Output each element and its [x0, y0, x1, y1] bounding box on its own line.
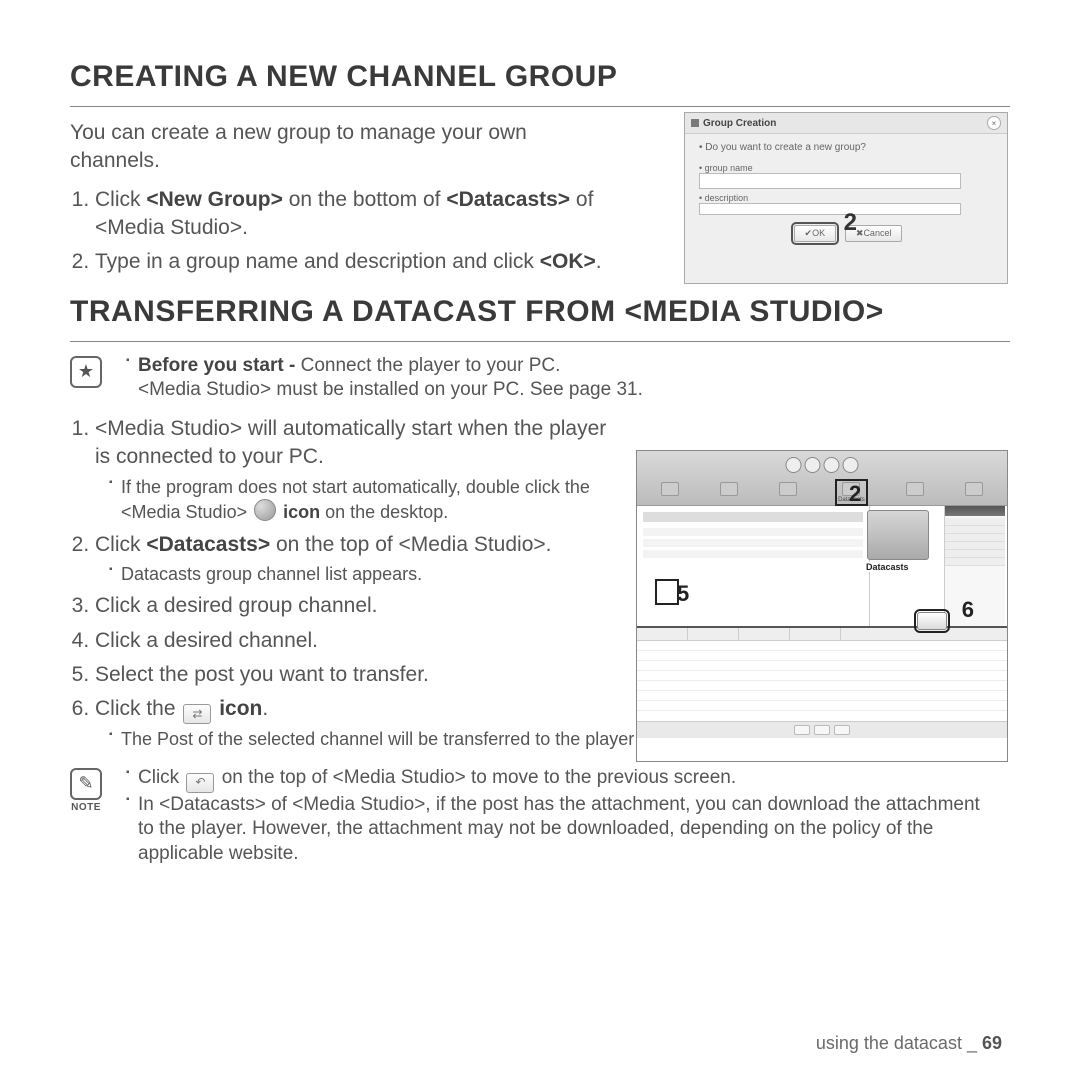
app-toolbar: Datacasts — [637, 451, 1007, 506]
dialog-question: • Do you want to create a new group? — [699, 142, 997, 153]
description-label: • description — [699, 193, 997, 203]
tab[interactable] — [661, 482, 679, 503]
transfer-button[interactable] — [917, 612, 947, 630]
note-label: NOTE — [71, 802, 101, 813]
callout-6: 6 — [962, 597, 974, 623]
t: Click — [95, 533, 146, 556]
ok-button[interactable]: ✔OK — [794, 225, 837, 242]
t: <Datacasts> — [446, 188, 570, 211]
device-panel — [944, 506, 1005, 626]
tstep-5: Select the post you want to transfer. — [95, 661, 625, 689]
step-1: Click <New Group> on the bottom of <Data… — [95, 186, 650, 243]
heading-transfer: TRANSFERRING A DATACAST FROM <MEDIA STUD… — [70, 295, 1010, 329]
t: on the bottom of — [283, 188, 446, 211]
tab[interactable] — [965, 482, 983, 503]
datacasts-thumb — [867, 510, 929, 560]
back-icon: ↶ — [186, 773, 214, 793]
tstep-6: Click the ⇄ icon. The Post of the select… — [95, 695, 625, 751]
group-creation-dialog: Group Creation × • Do you want to create… — [684, 112, 1008, 284]
groupname-input[interactable] — [699, 173, 961, 189]
t: Type in a group name and description and… — [95, 250, 540, 273]
t: icon — [213, 697, 262, 720]
t: icon — [278, 502, 320, 522]
note-1: Click ↶ on the top of <Media Studio> to … — [126, 766, 998, 793]
divider — [70, 341, 1010, 342]
close-icon[interactable]: × — [987, 116, 1001, 130]
post-list[interactable] — [637, 628, 1007, 738]
tstep-4: Click a desired channel. — [95, 627, 625, 655]
tstep-2-sub: Datacasts group channel list appears. — [109, 563, 625, 586]
t: <Media Studio> will automatically start … — [95, 417, 606, 468]
dialog-titlebar: Group Creation × — [685, 113, 1007, 134]
transfer-icon: ⇄ — [183, 704, 211, 724]
divider — [70, 106, 1010, 107]
t: <OK> — [540, 250, 596, 273]
tab[interactable] — [906, 482, 924, 503]
transfer-steps: <Media Studio> will automatically start … — [70, 415, 625, 752]
media-studio-icon — [254, 499, 276, 521]
t: on the top of <Media Studio>. — [270, 533, 551, 556]
tstep-2: Click <Datacasts> on the top of <Media S… — [95, 531, 625, 587]
dialog-title: Group Creation — [703, 118, 776, 129]
t: Connect the player to your PC. — [301, 355, 561, 376]
callout-5: 5 — [677, 581, 689, 607]
intro-text: You can create a new group to manage you… — [70, 119, 615, 176]
tab[interactable] — [720, 482, 738, 503]
note-block: ✎ NOTE Click ↶ on the top of <Media Stud… — [70, 766, 1010, 867]
before-line: Before you start - Connect the player to… — [126, 354, 998, 403]
t: <New Group> — [146, 188, 283, 211]
t: <Media Studio> must be installed on your… — [138, 379, 643, 400]
tstep-3: Click a desired group channel. — [95, 592, 625, 620]
t: Click the — [95, 697, 181, 720]
step-2: Type in a group name and description and… — [95, 248, 650, 276]
callout-2: 2 — [849, 481, 861, 507]
before-you-start: ★ Before you start - Connect the player … — [70, 354, 1010, 403]
groupname-label: • group name — [699, 163, 997, 173]
note-2: In <Datacasts> of <Media Studio>, if the… — [126, 793, 998, 867]
tab[interactable] — [779, 482, 797, 503]
create-group-steps: Click <New Group> on the bottom of <Data… — [70, 186, 650, 277]
datacasts-label: Datacasts — [865, 562, 910, 572]
app-square-icon — [691, 119, 699, 127]
t: on the desktop. — [320, 502, 448, 522]
t: <Datacasts> — [146, 533, 270, 556]
t: on the top of <Media Studio> to move to … — [216, 767, 736, 788]
t: . — [262, 697, 268, 720]
star-icon: ★ — [70, 356, 102, 388]
t: Before you start - — [138, 355, 301, 376]
page-footer: using the datacast _ 69 — [816, 1033, 1002, 1054]
tstep-1: <Media Studio> will automatically start … — [95, 415, 625, 524]
heading-create-group: CREATING A NEW CHANNEL GROUP — [70, 60, 1010, 94]
tstep-1-sub: If the program does not start automatica… — [109, 476, 625, 525]
t: Click — [95, 188, 146, 211]
t: . — [596, 250, 602, 273]
pencil-icon: ✎ — [70, 768, 102, 800]
callout-2: 2 — [844, 209, 857, 237]
nav-buttons[interactable] — [786, 457, 859, 473]
app-footer — [637, 721, 1007, 738]
description-input[interactable] — [699, 203, 961, 215]
t: Click — [138, 767, 184, 788]
media-studio-window: Datacasts Datacasts 2 5 6 — [636, 450, 1008, 762]
channel-list[interactable] — [637, 506, 870, 626]
callout-5-box — [655, 579, 679, 605]
